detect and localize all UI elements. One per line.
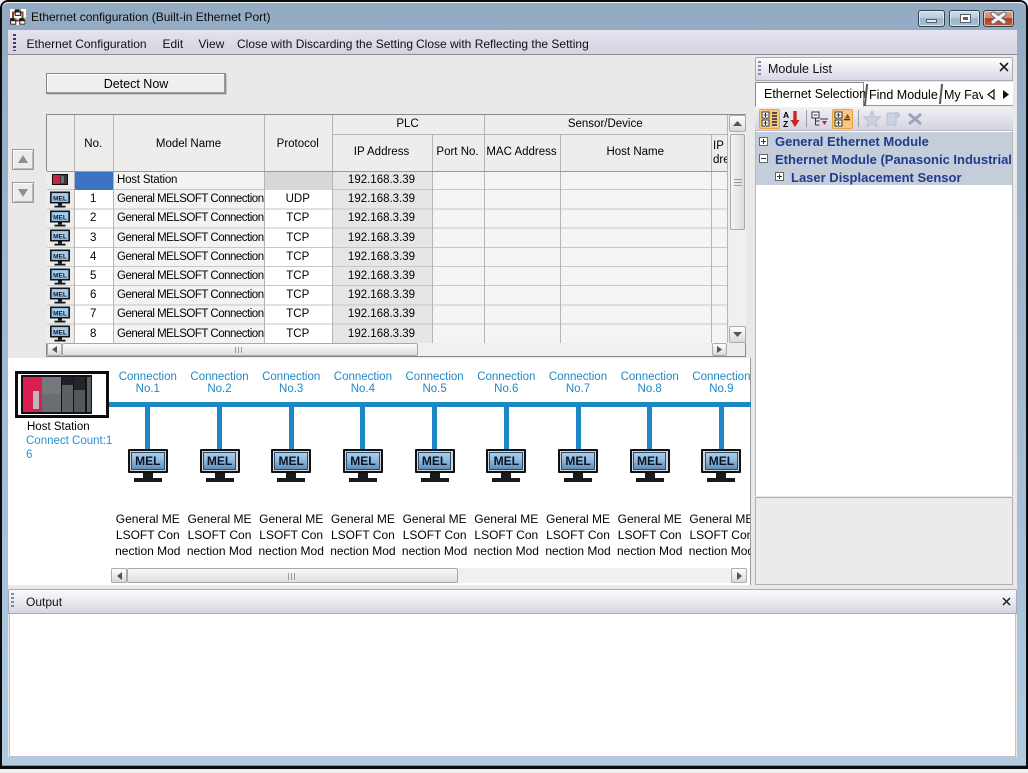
svg-text:MEL: MEL: [53, 253, 67, 260]
svg-text:MEL: MEL: [53, 311, 67, 318]
svg-text:MEL: MEL: [53, 272, 67, 279]
svg-text:MEL: MEL: [53, 330, 67, 337]
svg-text:Z: Z: [783, 119, 788, 129]
svg-text:MEL: MEL: [53, 215, 67, 222]
svg-text:MEL: MEL: [53, 196, 67, 203]
svg-text:MEL: MEL: [53, 292, 67, 299]
svg-text:MEL: MEL: [53, 234, 67, 241]
